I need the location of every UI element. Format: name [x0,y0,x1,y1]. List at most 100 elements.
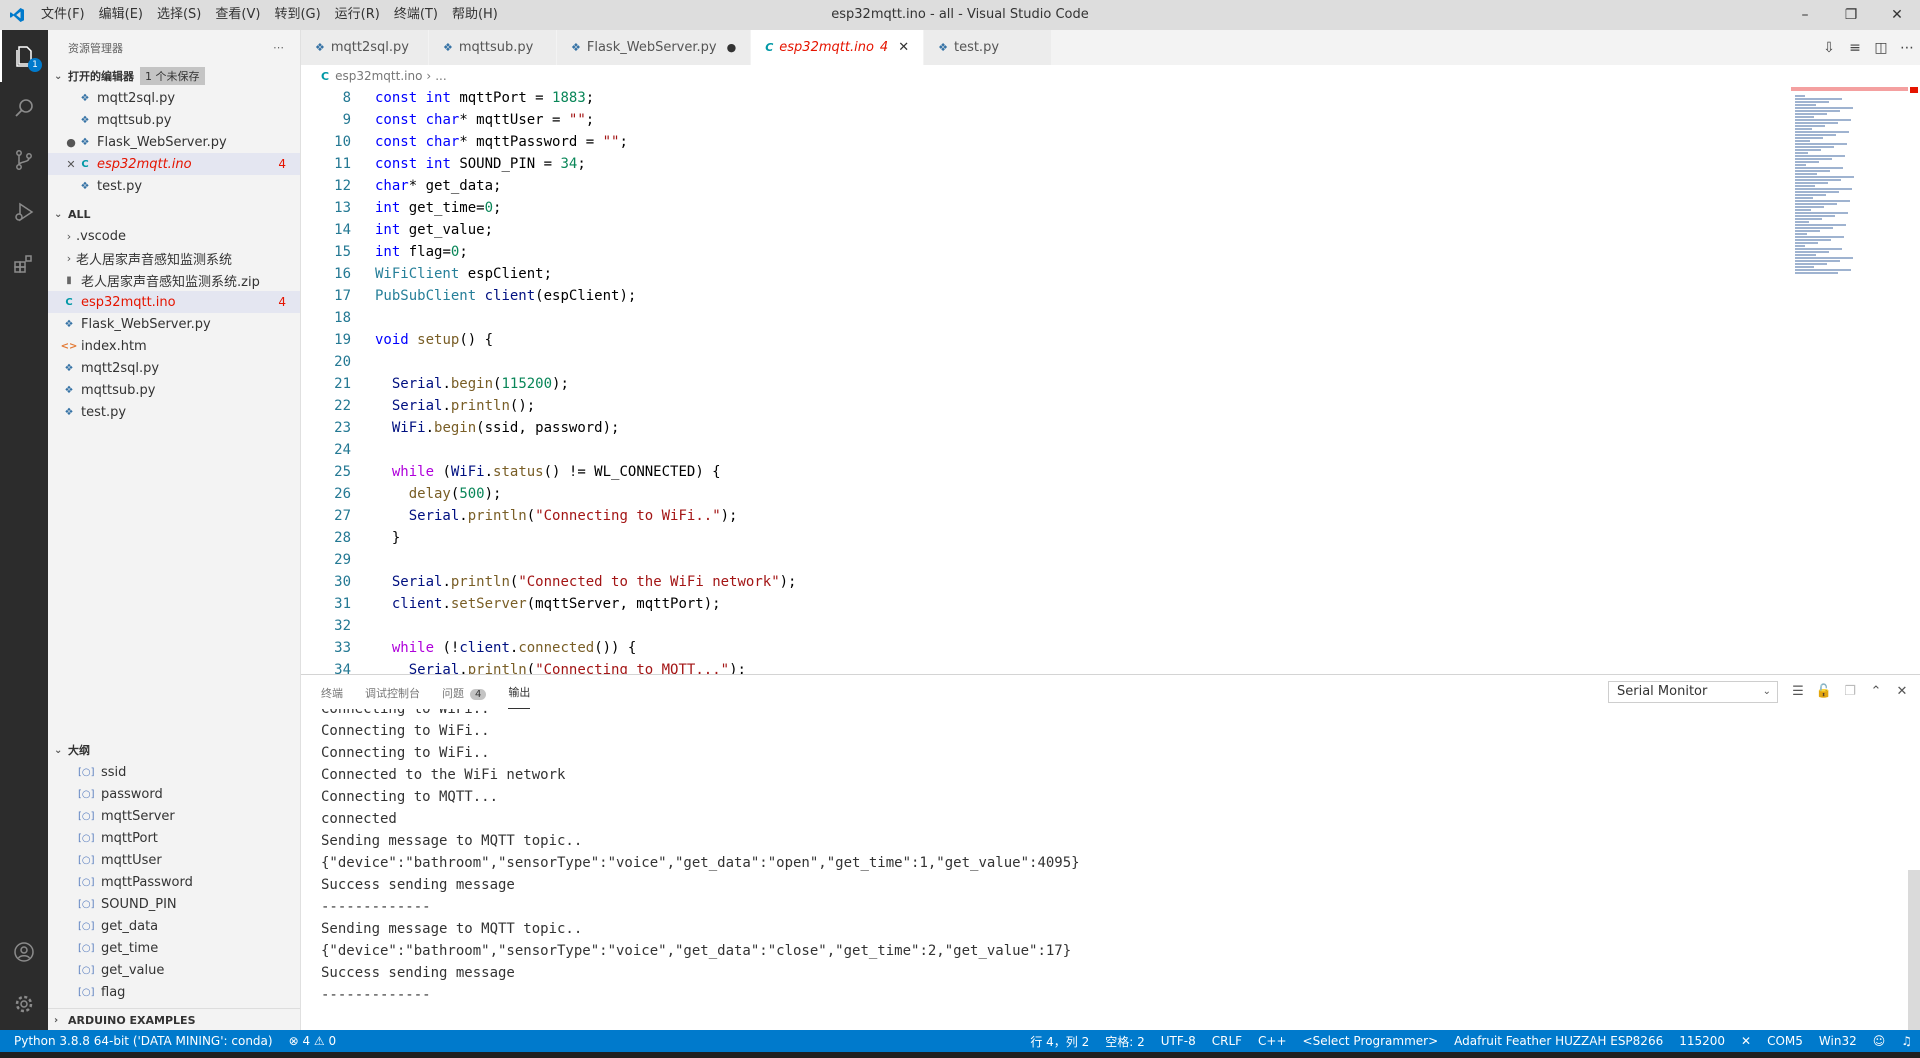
code-line[interactable]: 33 while (!client.connected()) { [301,637,1791,659]
board-select[interactable]: Adafruit Feather HUZZAH ESP8266 [1446,1034,1671,1048]
python-interpreter[interactable]: Python 3.8.8 64-bit ('DATA MINING': cond… [0,1034,281,1048]
tab-flask-webserver-py[interactable]: ❖ Flask_WebServer.py ● [557,30,752,65]
tab-debug-console[interactable]: 调试控制台 [365,677,420,709]
menu-item[interactable]: 编辑(E) [92,0,150,30]
file-item[interactable]: ❖ mqttsub.py [48,379,300,401]
code-line[interactable]: 15 int flag=0; [301,241,1791,263]
tab-test-py[interactable]: ❖ test.py [924,30,1053,65]
tab-esp32mqtt-ino[interactable]: Cesp32mqtt.ino 4 ✕ [751,30,925,65]
outline-item[interactable]: [○] get_time [48,937,300,959]
file-item[interactable]: ❖ test.py [48,401,300,423]
feedback-icon[interactable]: ☺ [1865,1034,1894,1048]
folder-item[interactable]: › 老人居家声音感知监测系统 [48,247,300,269]
workspace-header[interactable]: ⌄ ALL [48,203,300,225]
extensions-icon[interactable] [0,238,48,290]
problems-status[interactable]: ⊗ 4 ⚠ 0 [281,1034,345,1048]
minimap[interactable] [1791,87,1908,674]
cursor-position[interactable]: 行 4，列 2 [1022,1033,1097,1050]
code-line[interactable]: 24 [301,439,1791,461]
outline-item[interactable]: [○] mqttPassword [48,871,300,893]
encoding[interactable]: UTF-8 [1153,1034,1204,1048]
editor-scrollbar[interactable] [1908,87,1920,674]
maximize-panel-icon[interactable]: ⌃ [1863,681,1889,703]
source-control-icon[interactable] [0,134,48,186]
open-editors-header[interactable]: ⌄ 打开的编辑器 1 个未保存 [48,65,300,87]
code-line[interactable]: 12 char* get_data; [301,175,1791,197]
code-line[interactable]: 30 Serial.println("Connected to the WiFi… [301,571,1791,593]
outline-item[interactable]: [○] SOUND_PIN [48,893,300,915]
file-item[interactable]: Cesp32mqtt.ino 4 [48,291,300,313]
panel-scrollbar[interactable] [1908,870,1920,1031]
unsaved-dot-icon[interactable]: ● [727,41,737,54]
open-editor-item[interactable]: ✕ Cesp32mqtt.ino 4 [48,153,300,175]
explorer-icon[interactable]: 1 [0,30,48,82]
code-line[interactable]: 19 void setup() { [301,329,1791,351]
code-line[interactable]: 13 int get_time=0; [301,197,1791,219]
serial-monitor-icon[interactable]: ≡ [1842,40,1868,56]
code-editor[interactable]: 8 const int mqttPort = 1883; 9 const char* … [301,87,1791,674]
baud-rate[interactable]: 115200 [1671,1034,1733,1048]
tab-terminal[interactable]: 终端 [321,677,343,709]
code-line[interactable]: 17 PubSubClient client(espClient); [301,285,1791,307]
code-line[interactable]: 18 [301,307,1791,329]
output-channel-select[interactable]: Serial Monitor ⌄ [1608,681,1778,703]
code-line[interactable]: 10 const char* mqttPassword = ""; [301,131,1791,153]
code-line[interactable]: 14 int get_value; [301,219,1791,241]
clear-output-icon[interactable]: ☰ [1785,681,1811,703]
tab-problems[interactable]: 问题 4 [442,677,487,709]
code-line[interactable]: 21 Serial.begin(115200); [301,373,1791,395]
language-mode[interactable]: C++ [1250,1034,1295,1048]
arduino-examples-header[interactable]: › ARDUINO EXAMPLES [48,1009,300,1030]
file-item[interactable]: ▮ 老人居家声音感知监测系统.zip [48,269,300,291]
minimize-icon[interactable]: – [1782,0,1828,30]
platform[interactable]: Win32 [1811,1034,1865,1048]
end-of-line[interactable]: CRLF [1204,1034,1250,1048]
menu-item[interactable]: 终端(T) [387,0,445,30]
file-item[interactable]: ❖ mqtt2sql.py [48,357,300,379]
outline-item[interactable]: [○] flag [48,981,300,1003]
tab-mqtt2sql-py[interactable]: ❖ mqtt2sql.py [301,30,429,65]
code-line[interactable]: 8 const int mqttPort = 1883; [301,87,1791,109]
output-log[interactable]: Connecting to WiFi.. Connecting to WiFi..… [321,709,1901,1027]
code-line[interactable]: 31 client.setServer(mqttServer, mqttPort… [301,593,1791,615]
run-debug-icon[interactable] [0,186,48,238]
open-editor-item[interactable]: ❖ mqttsub.py [48,109,300,131]
open-editor-item[interactable]: ● ❖ Flask_WebServer.py [48,131,300,153]
code-line[interactable]: 32 [301,615,1791,637]
code-line[interactable]: 20 [301,351,1791,373]
lock-scroll-icon[interactable]: 🔓 [1811,681,1837,703]
serial-port[interactable]: COM5 [1759,1034,1811,1048]
tab-mqttsub-py[interactable]: ❖ mqttsub.py [429,30,557,65]
code-line[interactable]: 27 Serial.println("Connecting to WiFi.."… [301,505,1791,527]
more-actions-icon[interactable]: ⋯ [273,41,284,54]
account-icon[interactable] [0,926,48,978]
menu-item[interactable]: 文件(F) [34,0,92,30]
gear-icon[interactable] [0,978,48,1030]
notifications-icon[interactable]: ♫ [1893,1034,1920,1048]
code-line[interactable]: 34 Serial.println("Connecting to MQTT...… [301,659,1791,674]
code-line[interactable]: 28 } [301,527,1791,549]
restore-icon[interactable]: ❐ [1828,0,1874,30]
more-actions-icon[interactable]: ⋯ [1894,40,1920,56]
menu-item[interactable]: 选择(S) [150,0,208,30]
code-line[interactable]: 16 WiFiClient espClient; [301,263,1791,285]
outline-item[interactable]: [○] ssid [48,761,300,783]
open-editor-item[interactable]: ❖ mqtt2sql.py [48,87,300,109]
outline-item[interactable]: [○] get_value [48,959,300,981]
close-icon[interactable]: ✕ [64,158,78,171]
close-icon[interactable]: ✕ [898,40,909,55]
outline-item[interactable]: [○] mqttServer [48,805,300,827]
outline-item[interactable]: [○] mqttPort [48,827,300,849]
close-serial-icon[interactable]: ✕ [1733,1034,1759,1048]
code-line[interactable]: 22 Serial.println(); [301,395,1791,417]
unsaved-dot-icon[interactable]: ● [64,136,78,149]
open-preview-icon[interactable]: ⇩ [1816,40,1842,56]
breadcrumb-rest[interactable]: ... [435,69,446,83]
folder-item[interactable]: › .vscode [48,225,300,247]
tab-output[interactable]: 输出 [508,676,531,709]
open-editor-item[interactable]: ❖ test.py [48,175,300,197]
code-line[interactable]: 29 [301,549,1791,571]
breadcrumb-file[interactable]: esp32mqtt.ino [335,69,422,83]
outline-item[interactable]: [○] password [48,783,300,805]
file-item[interactable]: ❖ Flask_WebServer.py [48,313,300,335]
